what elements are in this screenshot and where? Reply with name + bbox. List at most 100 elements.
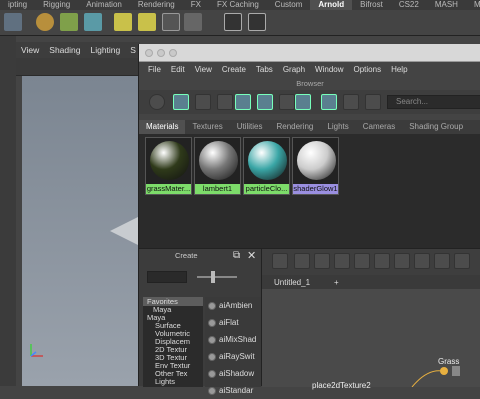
node-editor: Untitled_1 + Grass place2dTexture2 — [261, 248, 480, 390]
material-swatch[interactable]: lambert1 — [194, 137, 241, 195]
shelf-tab[interactable]: Rendering — [130, 0, 183, 10]
browser-tab[interactable]: Rendering — [269, 120, 320, 134]
add-selected-icon[interactable] — [294, 253, 310, 269]
menu-item[interactable]: Window — [310, 62, 348, 78]
browser-tab[interactable]: Lights — [320, 120, 355, 134]
material-swatch[interactable]: particleClo... — [243, 137, 290, 195]
minus-icon[interactable] — [195, 94, 211, 110]
create-panel-title: Create — [175, 251, 198, 260]
shelf-tab[interactable]: Custom — [267, 0, 311, 10]
shelf-tab[interactable]: Moti — [466, 0, 480, 10]
add-tab-button[interactable]: + — [334, 277, 339, 289]
shelf-tab[interactable]: MASH — [427, 0, 466, 10]
shelf-tab[interactable]: Rigging — [35, 0, 78, 10]
browser-tab[interactable]: Utilities — [230, 120, 270, 134]
shelf-tab[interactable]: Bifrost — [352, 0, 391, 10]
full-mode-icon[interactable] — [454, 253, 470, 269]
browser-tab-bar: Materials Textures Utilities Rendering Light… — [139, 120, 480, 134]
icon-size-slider[interactable] — [211, 271, 215, 283]
browser-tab[interactable]: Shading Group — [402, 120, 470, 134]
play-icon[interactable] — [248, 13, 266, 31]
node-type-item[interactable]: aiShadow — [205, 365, 261, 382]
tree-item[interactable]: Lights — [143, 377, 203, 386]
eye-icon[interactable] — [224, 13, 242, 31]
float-panel-icon[interactable]: ⧉ — [233, 250, 240, 261]
menu-item[interactable]: Graph — [278, 62, 310, 78]
shelf-tab[interactable]: Arnold — [310, 0, 353, 10]
texture-icon[interactable] — [162, 13, 180, 31]
menu-item[interactable]: File — [143, 62, 166, 78]
menu-item[interactable]: View — [190, 62, 217, 78]
render-icon[interactable] — [343, 94, 359, 110]
node-type-label: aiRaySwit — [219, 352, 255, 361]
menu-item[interactable]: Options — [349, 62, 387, 78]
shelf-tab[interactable]: CS22 — [391, 0, 427, 10]
tab-untitled[interactable]: Untitled_1 — [274, 277, 310, 289]
close-icon[interactable]: ✕ — [247, 249, 256, 262]
connection-line — [411, 370, 443, 387]
filter-icon[interactable] — [295, 94, 311, 110]
viewport-menu-item[interactable]: View — [16, 42, 44, 58]
node-type-item[interactable]: aiStandar — [205, 382, 261, 399]
shelf-tab[interactable]: ipting — [0, 0, 35, 10]
remove-selected-icon[interactable] — [314, 253, 330, 269]
node-editor-toolbar — [262, 249, 480, 275]
simple-mode-icon[interactable] — [414, 253, 430, 269]
axis-gizmo-icon — [30, 344, 43, 357]
layout-icon[interactable] — [394, 253, 410, 269]
swatch-icon[interactable] — [321, 94, 337, 110]
node-category-tree: Favorites Maya Maya Surface Volumetric Displa… — [143, 297, 203, 387]
shelf-tab[interactable]: Animation — [78, 0, 130, 10]
checker-x-icon[interactable] — [138, 13, 156, 31]
browser-search-input[interactable]: Search... — [387, 95, 480, 109]
browser-tab[interactable]: Materials — [139, 120, 186, 134]
node-graph-canvas[interactable]: Grass place2dTexture2 — [262, 289, 480, 390]
viewport-menu-item[interactable]: Lighting — [85, 42, 125, 58]
viewport[interactable] — [22, 76, 140, 386]
material-preview-ball — [199, 141, 238, 180]
icons-view-icon[interactable] — [235, 94, 251, 110]
menu-item[interactable]: Edit — [166, 62, 190, 78]
list-icon[interactable] — [217, 94, 233, 110]
cube-icon[interactable] — [84, 13, 102, 31]
browser-tab[interactable]: Cameras — [356, 120, 402, 134]
material-swatch[interactable]: shaderGlow1 — [292, 137, 339, 195]
shelf-tool-icon[interactable] — [4, 13, 22, 31]
sort-icon[interactable] — [279, 94, 295, 110]
clear-graph-icon[interactable] — [272, 253, 288, 269]
checker-icon[interactable] — [114, 13, 132, 31]
zoom-window-button[interactable] — [169, 49, 177, 57]
connected-mode-icon[interactable] — [434, 253, 450, 269]
node-type-item[interactable]: aiRaySwit — [205, 348, 261, 365]
shelf-tab[interactable]: FX — [183, 0, 209, 10]
shelf-tab-bar: ipting Rigging Animation Rendering FX FX Cach… — [0, 0, 480, 10]
viewport-menu-item[interactable]: Shading — [44, 42, 85, 58]
graph-icon[interactable] — [173, 94, 189, 110]
settings-icon[interactable] — [184, 13, 202, 31]
menu-item[interactable]: Create — [217, 62, 251, 78]
sphere-light-icon[interactable] — [36, 13, 54, 31]
viewport-menu-bar: View Shading Lighting S — [16, 42, 140, 58]
io-connections-icon[interactable] — [354, 253, 370, 269]
node-type-label: aiShadow — [219, 369, 255, 378]
close-window-button[interactable] — [145, 49, 153, 57]
menu-item[interactable]: Help — [386, 62, 412, 78]
material-swatch[interactable]: grassMater... — [145, 137, 192, 195]
output-connections-icon[interactable] — [374, 253, 390, 269]
refresh-icon[interactable] — [365, 94, 381, 110]
input-connections-icon[interactable] — [334, 253, 350, 269]
small-icons-icon[interactable] — [257, 94, 273, 110]
node-type-item[interactable]: aiAmbien — [205, 297, 261, 314]
dome-light-icon[interactable] — [60, 13, 78, 31]
browser-tab[interactable]: Textures — [185, 120, 229, 134]
create-filter-input[interactable] — [147, 271, 187, 283]
create-node-icon[interactable] — [149, 94, 165, 110]
shelf-tab[interactable]: FX Caching — [209, 0, 267, 10]
minimize-window-button[interactable] — [157, 49, 165, 57]
window-title-bar[interactable] — [139, 44, 480, 62]
node-type-item[interactable]: aiFlat — [205, 314, 261, 331]
icon-size-slider-track — [197, 276, 237, 278]
view-cube-arrow-icon[interactable] — [110, 216, 140, 246]
node-type-item[interactable]: aiMixShad — [205, 331, 261, 348]
menu-item[interactable]: Tabs — [251, 62, 278, 78]
